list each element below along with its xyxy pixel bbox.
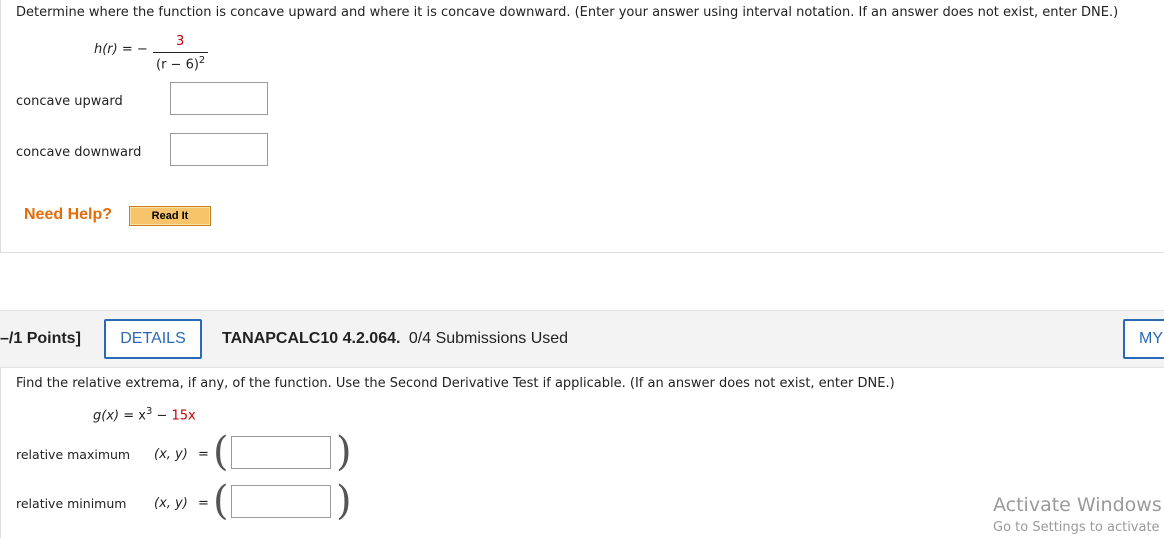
relative-minimum-label: relative minimum <box>16 496 127 511</box>
concave-downward-label: concave downward <box>16 145 142 160</box>
left-paren-icon: ( <box>213 429 229 475</box>
function-denominator: (r − 6)2 <box>156 55 205 72</box>
function-lhs: h(r) = − <box>94 42 148 57</box>
need-help-label: Need Help? <box>24 206 113 223</box>
denominator-exponent: 2 <box>198 55 206 66</box>
assignment-code-row: TANAPCALC10 4.2.064. 0/4 Submissions Use… <box>222 330 568 348</box>
activate-windows-title: Activate Windows <box>993 494 1162 516</box>
read-it-button[interactable]: Read It <box>129 206 211 226</box>
xy-label: (x, y) <box>154 496 188 511</box>
details-button[interactable]: DETAILS <box>104 319 202 359</box>
xy-equals: = <box>197 447 209 462</box>
points-label: –/1 Points] <box>0 330 81 347</box>
relative-maximum-xy: (x, y) = <box>154 447 209 462</box>
left-paren-icon: ( <box>213 478 229 524</box>
question-1-prompt: Determine where the function is concave … <box>16 5 1119 20</box>
right-paren-icon: ) <box>336 429 352 475</box>
concave-upward-input[interactable] <box>170 82 268 115</box>
function-g-exponent: 3 <box>145 406 153 417</box>
assignment-code: TANAPCALC10 4.2.064. <box>222 330 401 347</box>
function-g-minus: − <box>156 408 168 424</box>
question-1-panel: Determine where the function is concave … <box>0 0 1164 253</box>
fraction-bar <box>153 52 208 53</box>
submissions-used: 0/4 Submissions Used <box>408 330 569 347</box>
concave-upward-label: concave upward <box>16 94 123 109</box>
relative-maximum-input[interactable] <box>231 436 331 469</box>
function-g: g(x) = x3 − 15x <box>93 406 196 423</box>
right-paren-icon: ) <box>336 478 352 524</box>
question-2-prompt: Find the relative extrema, if any, of th… <box>16 376 895 391</box>
relative-minimum-xy: (x, y) = <box>154 496 209 511</box>
function-lhs-text: h(r) <box>94 42 118 57</box>
xy-label: (x, y) <box>154 447 188 462</box>
concave-downward-input[interactable] <box>170 133 268 166</box>
xy-equals: = <box>197 496 209 511</box>
relative-minimum-input[interactable] <box>231 485 331 518</box>
denominator-base: (r − 6) <box>156 57 199 73</box>
relative-maximum-label: relative maximum <box>16 447 131 462</box>
activate-windows-subtitle: Go to Settings to activate <box>993 520 1160 535</box>
function-equals: = − <box>121 42 148 57</box>
function-g-coefficient: 15x <box>171 408 196 424</box>
function-numerator: 3 <box>176 34 185 49</box>
question-2-panel: Find the relative extrema, if any, of th… <box>0 368 1164 538</box>
question-2-header: –/1 Points] DETAILS TANAPCALC10 4.2.064.… <box>0 310 1164 368</box>
function-g-equals: = x <box>123 408 146 424</box>
function-g-lhs: g(x) <box>93 408 120 424</box>
my-notes-button[interactable]: MY <box>1123 319 1164 359</box>
